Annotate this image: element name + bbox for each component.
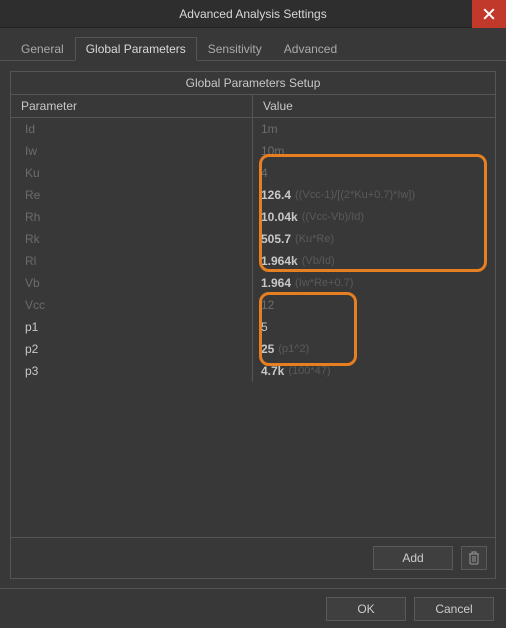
parameter-value-cell: 126.4 ((Vcc-1)/[(2*Ku+0.7)*Iw]) [253, 184, 495, 206]
parameter-expression: (Vb/Id) [302, 255, 335, 267]
table-row[interactable]: Vb 1.964 (Iw*Re+0.7) [11, 272, 495, 294]
parameter-name: p2 [11, 338, 253, 360]
dialog-footer: OK Cancel [0, 588, 506, 628]
parameter-name: p3 [11, 360, 253, 382]
cancel-button[interactable]: Cancel [414, 597, 494, 621]
parameter-value-cell: 10m [253, 140, 495, 162]
parameter-expression: (100*47) [288, 365, 330, 377]
panel-footer: Add [11, 537, 495, 578]
parameter-expression: ((Vcc-Vb)/Id) [302, 211, 364, 223]
tab-global-parameters[interactable]: Global Parameters [75, 37, 197, 61]
parameter-name: Rh [11, 206, 253, 228]
parameter-value: 505.7 [261, 232, 291, 246]
parameter-expression: (Iw*Re+0.7) [295, 277, 353, 289]
parameter-value: 10m [261, 144, 284, 158]
window-title: Advanced Analysis Settings [179, 7, 326, 21]
titlebar: Advanced Analysis Settings [0, 0, 506, 28]
table-row[interactable]: Iw 10m [11, 140, 495, 162]
parameter-expression: ((Vcc-1)/[(2*Ku+0.7)*Iw]) [295, 189, 415, 201]
table-row[interactable]: p3 4.7k (100*47) [11, 360, 495, 382]
delete-button[interactable] [461, 546, 487, 570]
parameter-name: Vb [11, 272, 253, 294]
parameter-expression: (p1^2) [278, 343, 309, 355]
parameter-value-cell: 4 [253, 162, 495, 184]
tab-sensitivity[interactable]: Sensitivity [197, 37, 273, 61]
parameter-name: Vcc [11, 294, 253, 316]
parameter-name: Ku [11, 162, 253, 184]
parameter-value: 1m [261, 122, 278, 136]
table-row[interactable]: Vcc 12 [11, 294, 495, 316]
grid-body: Id 1m Iw 10m Ku 4 Re 126.4 ((Vcc-1)/[(2*Ku+0.7)*… [11, 118, 495, 537]
parameter-value: 1.964k [261, 254, 298, 268]
close-icon [483, 8, 495, 20]
parameter-name: Id [11, 118, 253, 140]
table-row[interactable]: Ku 4 [11, 162, 495, 184]
table-row[interactable]: Re 126.4 ((Vcc-1)/[(2*Ku+0.7)*Iw]) [11, 184, 495, 206]
parameter-name: p1 [11, 316, 253, 338]
parameter-value: 12 [261, 298, 274, 312]
parameter-value: 1.964 [261, 276, 291, 290]
parameter-value: 10.04k [261, 210, 298, 224]
parameter-name: Rk [11, 228, 253, 250]
table-row[interactable]: Id 1m [11, 118, 495, 140]
parameter-value-cell: 25 (p1^2) [253, 338, 495, 360]
parameter-name: Iw [11, 140, 253, 162]
grid-header: Parameter Value [11, 95, 495, 118]
parameter-value-cell: 1.964k (Vb/Id) [253, 250, 495, 272]
parameter-value-cell: 505.7 (Ku*Re) [253, 228, 495, 250]
add-button[interactable]: Add [373, 546, 453, 570]
table-row[interactable]: Rl 1.964k (Vb/Id) [11, 250, 495, 272]
parameter-value-cell: 4.7k (100*47) [253, 360, 495, 382]
parameter-value-cell: 1m [253, 118, 495, 140]
tab-advanced[interactable]: Advanced [273, 37, 348, 61]
parameter-value: 25 [261, 342, 274, 356]
parameter-value: 4 [261, 166, 268, 180]
parameter-value-cell: 1.964 (Iw*Re+0.7) [253, 272, 495, 294]
parameter-value-cell: 5 [253, 316, 495, 338]
parameter-value: 126.4 [261, 188, 291, 202]
parameter-value-cell: 10.04k ((Vcc-Vb)/Id) [253, 206, 495, 228]
parameter-value-cell: 12 [253, 294, 495, 316]
tab-general[interactable]: General [10, 37, 75, 61]
table-row[interactable]: p1 5 [11, 316, 495, 338]
column-header-value[interactable]: Value [253, 95, 495, 118]
table-row[interactable]: p2 25 (p1^2) [11, 338, 495, 360]
trash-icon [468, 551, 480, 565]
tab-bar: General Global Parameters Sensitivity Ad… [0, 28, 506, 61]
close-button[interactable] [472, 0, 506, 28]
parameter-name: Re [11, 184, 253, 206]
parameter-name: Rl [11, 250, 253, 272]
panel-title: Global Parameters Setup [11, 72, 495, 95]
parameter-value: 4.7k [261, 364, 284, 378]
column-header-parameter[interactable]: Parameter [11, 95, 253, 118]
table-row[interactable]: Rh 10.04k ((Vcc-Vb)/Id) [11, 206, 495, 228]
ok-button[interactable]: OK [326, 597, 406, 621]
parameter-expression: (Ku*Re) [295, 233, 334, 245]
parameters-panel: Global Parameters Setup Parameter Value … [10, 71, 496, 579]
parameter-value: 5 [261, 320, 268, 334]
table-row[interactable]: Rk 505.7 (Ku*Re) [11, 228, 495, 250]
